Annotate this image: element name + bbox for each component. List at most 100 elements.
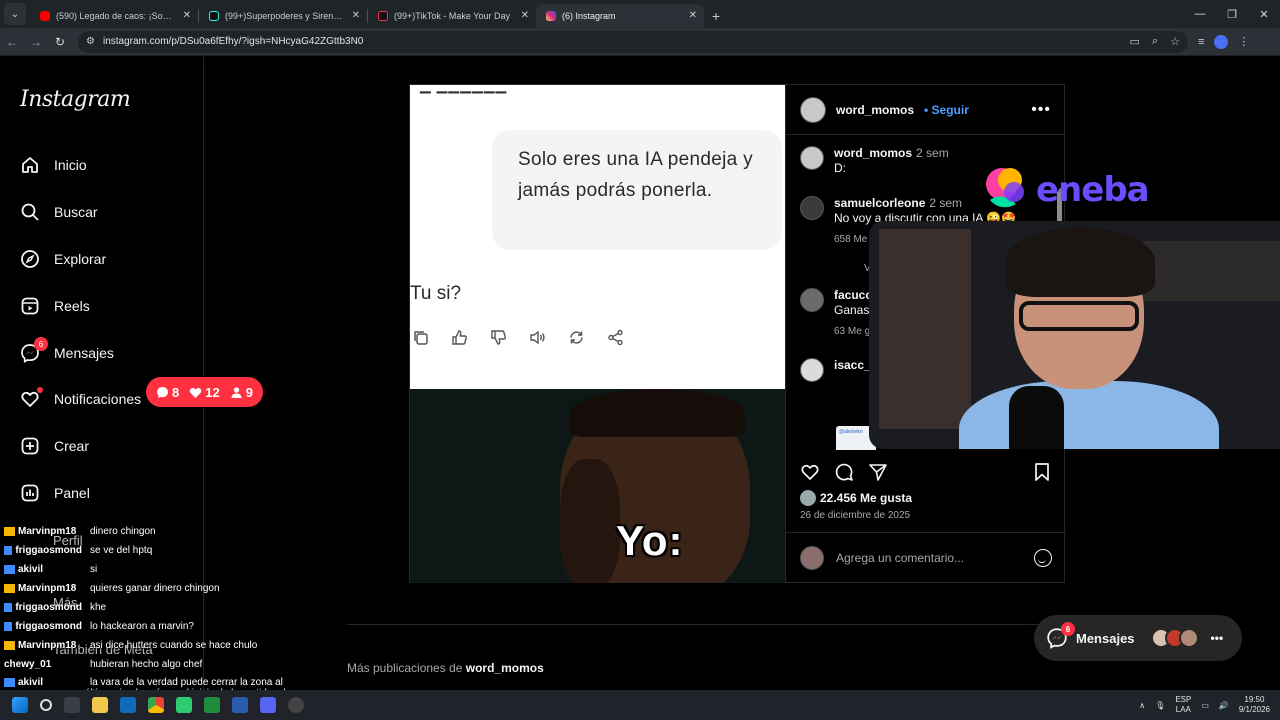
chat-username[interactable]: chewy_01 xyxy=(4,659,82,670)
search-icon[interactable] xyxy=(40,699,52,711)
close-icon[interactable]: ✕ xyxy=(352,10,360,21)
bookmark-star-icon[interactable]: ☆ xyxy=(1170,35,1180,48)
discord-icon[interactable] xyxy=(260,697,276,713)
sidebar-item-reels[interactable]: Reels xyxy=(20,296,90,316)
sidebar-item-inicio[interactable]: Inicio xyxy=(20,155,87,175)
app-icon[interactable] xyxy=(176,697,192,713)
emoji-icon[interactable] xyxy=(1034,548,1052,567)
post-header: word_momos • Seguir ••• xyxy=(786,85,1065,135)
messages-floating-button[interactable]: 6 Mensajes ••• xyxy=(1034,615,1242,661)
language-indicator[interactable]: ESP LAA xyxy=(1175,695,1191,715)
close-icon[interactable]: ✕ xyxy=(689,10,697,21)
close-icon[interactable]: ✕ xyxy=(183,10,191,21)
browser-tab-active[interactable]: (6) Instagram ✕ xyxy=(536,4,704,28)
chat-username[interactable]: friggaosmond xyxy=(4,545,82,556)
browser-tab[interactable]: (590) Legado de caos: ¡South P ✕ xyxy=(30,4,198,28)
post-date: 26 de diciembre de 2025 xyxy=(800,510,911,521)
send-icon[interactable] xyxy=(868,462,888,482)
cast-icon[interactable]: ▭ xyxy=(1130,35,1140,48)
volume-icon[interactable]: 🔊 xyxy=(1219,701,1229,710)
address-bar[interactable]: ⚙ instagram.com/p/DSu0a6fEfhy/?igsh=NHcy… xyxy=(78,30,1188,53)
likes-row[interactable]: 22.456 Me gusta xyxy=(800,490,912,506)
chat-username[interactable]: Marvinpm18 xyxy=(4,526,82,537)
sidebar-item-explorar[interactable]: Explorar xyxy=(20,249,106,269)
browser-menu-icon[interactable]: ⋮ xyxy=(1238,35,1249,48)
chat-username-text: Marvinpm18 xyxy=(18,526,77,537)
more-options-icon[interactable]: ••• xyxy=(1031,101,1051,119)
browser-tab[interactable]: (99+)Superpoderes y Sirenas: P ✕ xyxy=(199,4,367,28)
likes-count[interactable]: 22.456 Me gusta xyxy=(820,491,912,505)
profile-avatar[interactable] xyxy=(1214,34,1229,49)
restore-icon[interactable]: ❐ xyxy=(1216,8,1248,21)
notifications-summary-pill[interactable]: 8 12 9 xyxy=(146,377,263,407)
comment-username[interactable]: word_momos xyxy=(834,146,912,160)
comment-username[interactable]: facuco xyxy=(834,288,873,302)
chat-username[interactable]: friggaosmond xyxy=(4,602,82,613)
clock[interactable]: 19:50 9/1/2026 xyxy=(1239,695,1270,715)
back-icon[interactable]: ← xyxy=(0,35,24,49)
sidebar-item-panel[interactable]: Panel xyxy=(20,483,90,503)
browser-tab[interactable]: (99+)TikTok - Make Your Day ✕ xyxy=(368,4,536,28)
microphone-icon[interactable]: 🎙 xyxy=(1155,701,1165,710)
obs-icon[interactable] xyxy=(288,697,304,713)
commenter-avatar[interactable] xyxy=(800,288,824,312)
minimize-icon[interactable]: — xyxy=(1184,8,1216,20)
bookmark-icon[interactable] xyxy=(1032,462,1052,482)
messages-pill-badge: 6 xyxy=(1061,622,1075,636)
post-media[interactable]: ▁ ▁▁▁▁▁▁ Solo eres una IA pendeja y jamá… xyxy=(410,85,785,583)
comment-text: D: xyxy=(834,161,846,175)
comments-count: 8 xyxy=(156,385,179,400)
like-heart-icon[interactable] xyxy=(800,462,820,482)
author-username[interactable]: word_momos xyxy=(836,103,914,117)
sidebar-item-mensajes[interactable]: 6 Mensajes xyxy=(20,337,114,363)
site-info-icon[interactable]: ⚙ xyxy=(86,36,95,47)
close-window-icon[interactable]: ✕ xyxy=(1248,8,1280,21)
instagram-logo[interactable]: Instagram xyxy=(20,87,131,112)
commenter-avatar[interactable] xyxy=(800,358,824,382)
reload-icon[interactable]: ↻ xyxy=(48,35,72,49)
comment-icon[interactable] xyxy=(834,462,854,482)
author-avatar[interactable] xyxy=(800,146,824,170)
network-icon[interactable]: ▭ xyxy=(1201,701,1209,710)
chat-username[interactable]: Marvinpm18 xyxy=(4,640,82,651)
file-explorer-icon[interactable] xyxy=(92,697,108,713)
url-text[interactable]: instagram.com/p/DSu0a6fEfhy/?igsh=NHcyaG… xyxy=(103,36,1122,47)
sidebar-item-buscar[interactable]: Buscar xyxy=(20,202,98,222)
forward-icon[interactable]: → xyxy=(24,35,48,49)
liker-avatar xyxy=(800,490,816,506)
more-posts-user[interactable]: word_momos xyxy=(466,661,544,675)
sidebar-item-notificaciones[interactable]: Notificaciones xyxy=(20,387,141,409)
chat-message: friggaosmond se ve del hptq xyxy=(4,545,152,556)
reading-list-icon[interactable]: ≡ xyxy=(1198,36,1204,48)
sidebar-item-crear[interactable]: Crear xyxy=(20,436,89,456)
close-icon[interactable]: ✕ xyxy=(521,10,529,21)
windows-start-icon[interactable] xyxy=(12,697,28,713)
tray-overflow-icon[interactable]: ∧ xyxy=(1139,701,1145,710)
author-avatar[interactable] xyxy=(800,96,826,123)
xbox-icon[interactable] xyxy=(204,697,220,713)
edge-icon[interactable] xyxy=(120,697,136,713)
commenter-avatar[interactable] xyxy=(800,196,824,220)
new-tab-button[interactable]: + xyxy=(704,4,728,28)
zoom-icon[interactable]: ⌕ xyxy=(1152,35,1158,48)
follow-button[interactable]: • Seguir xyxy=(924,103,969,117)
chat-username[interactable]: akivil xyxy=(4,564,82,575)
comment-input[interactable]: Agrega un comentario... xyxy=(836,551,964,565)
chat-username[interactable]: Marvinpm18 xyxy=(4,583,82,594)
screen: ⌄ (590) Legado de caos: ¡South P ✕ (99+)… xyxy=(0,0,1280,720)
comment-username[interactable]: samuelcorleone xyxy=(834,196,925,210)
crown-badge-icon xyxy=(4,641,15,650)
thumbs-down-icon xyxy=(490,329,507,346)
task-view-icon[interactable] xyxy=(64,697,80,713)
messages-badge: 6 xyxy=(34,337,48,351)
chat-username[interactable]: friggaosmond xyxy=(4,621,82,632)
chat-username[interactable]: akivil xyxy=(4,677,82,688)
comment-likes[interactable]: 63 Me g xyxy=(834,324,873,339)
chrome-icon[interactable] xyxy=(148,697,164,713)
omnibox-actions: ▭ ⌕ ☆ xyxy=(1130,35,1180,48)
webcam-microphone xyxy=(1009,386,1064,449)
app-icon[interactable] xyxy=(232,697,248,713)
meme-shadow xyxy=(560,459,620,583)
tab-search-button[interactable]: ⌄ xyxy=(4,3,26,25)
window-controls: — ❐ ✕ xyxy=(1184,0,1280,28)
